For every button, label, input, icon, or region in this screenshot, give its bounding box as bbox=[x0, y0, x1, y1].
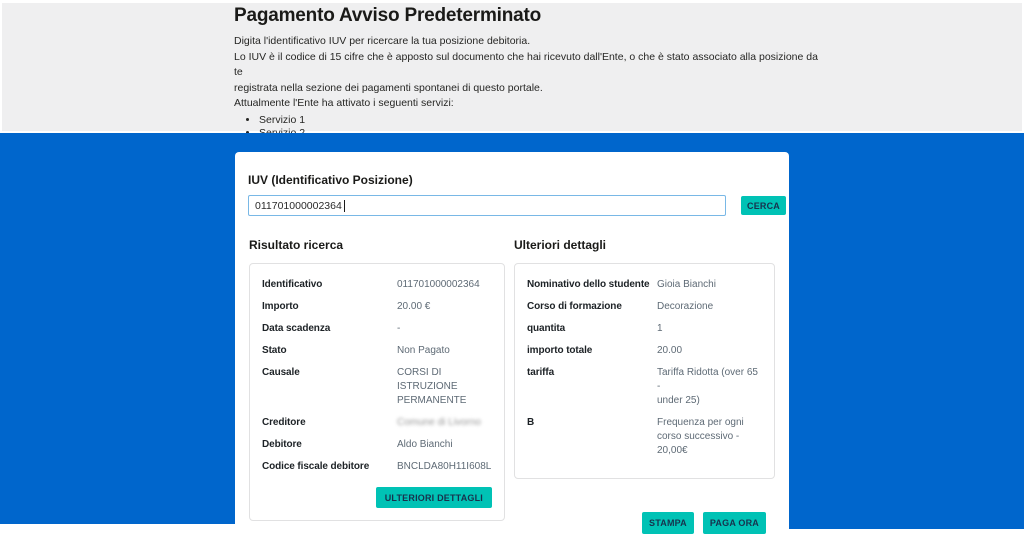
detail-label: Codice fiscale debitore bbox=[262, 460, 397, 474]
detail-value: Non Pagato bbox=[397, 344, 492, 358]
detail-row: Data scadenza- bbox=[262, 322, 492, 336]
detail-value: Aldo Bianchi bbox=[397, 438, 492, 452]
detail-label: importo totale bbox=[527, 344, 657, 358]
detail-row: Importo20.00 € bbox=[262, 300, 492, 314]
service-item: Servizio 1 bbox=[259, 114, 819, 127]
search-button[interactable]: CERCA bbox=[741, 196, 786, 215]
detail-row: CreditoreComune di Livorno bbox=[262, 416, 492, 430]
detail-value: Tariffa Ridotta (over 65 - under 25) bbox=[657, 366, 762, 408]
detail-value: Frequenza per ogni corso successivo - 20… bbox=[657, 416, 762, 458]
detail-label: Corso di formazione bbox=[527, 300, 657, 314]
detail-value: Gioia Bianchi bbox=[657, 278, 762, 292]
detail-label: quantita bbox=[527, 322, 657, 336]
page-header-band: Pagamento Avviso Predeterminato Digita l… bbox=[2, 3, 1022, 131]
detail-value: Decorazione bbox=[657, 300, 762, 314]
result-box: Identificativo011701000002364Importo20.0… bbox=[249, 263, 505, 521]
detail-row: Identificativo011701000002364 bbox=[262, 278, 492, 292]
intro-text: Digita l'identificativo IUV per ricercar… bbox=[234, 34, 819, 50]
detail-label: Data scadenza bbox=[262, 322, 397, 336]
more-details-button[interactable]: ULTERIORI DETTAGLI bbox=[376, 487, 492, 508]
description-text: Lo IUV è il codice di 15 cifre che è app… bbox=[234, 50, 819, 97]
detail-label: Nominativo dello studente bbox=[527, 278, 657, 292]
pay-now-button[interactable]: PAGA ORA bbox=[703, 512, 766, 534]
detail-value: Comune di Livorno bbox=[397, 416, 492, 430]
iuv-input[interactable] bbox=[248, 195, 726, 216]
page-title: Pagamento Avviso Predeterminato bbox=[234, 5, 819, 27]
detail-row: CausaleCORSI DI ISTRUZIONE PERMANENTE bbox=[262, 366, 492, 408]
print-button[interactable]: STAMPA bbox=[642, 512, 694, 534]
detail-value: - bbox=[397, 322, 492, 336]
detail-row: Corso di formazioneDecorazione bbox=[527, 300, 762, 314]
detail-label: Stato bbox=[262, 344, 397, 358]
detail-row: importo totale20.00 bbox=[527, 344, 762, 358]
detail-label: Causale bbox=[262, 366, 397, 408]
footer-actions: STAMPA PAGA ORA bbox=[642, 512, 766, 534]
detail-value: 1 bbox=[657, 322, 762, 336]
detail-value: CORSI DI ISTRUZIONE PERMANENTE bbox=[397, 366, 492, 408]
section-bottom-edge bbox=[0, 524, 235, 529]
result-rows: Identificativo011701000002364Importo20.0… bbox=[262, 278, 492, 474]
detail-row: DebitoreAldo Bianchi bbox=[262, 438, 492, 452]
detail-label: tariffa bbox=[527, 366, 657, 408]
further-details-column: Ulteriori dettagli Nominativo dello stud… bbox=[514, 238, 775, 479]
detail-label: Identificativo bbox=[262, 278, 397, 292]
detail-label: Creditore bbox=[262, 416, 397, 430]
details-box: Nominativo dello studenteGioia BianchiCo… bbox=[514, 263, 775, 479]
details-heading: Ulteriori dettagli bbox=[514, 238, 775, 252]
detail-label: Importo bbox=[262, 300, 397, 314]
search-result-column: Risultato ricerca Identificativo01170100… bbox=[249, 238, 505, 521]
detail-value: 011701000002364 bbox=[397, 278, 492, 292]
detail-value: 20.00 bbox=[657, 344, 762, 358]
detail-label: B bbox=[527, 416, 657, 458]
detail-row: BFrequenza per ogni corso successivo - 2… bbox=[527, 416, 762, 458]
iuv-field-label: IUV (Identificativo Posizione) bbox=[248, 173, 413, 187]
detail-row: quantita1 bbox=[527, 322, 762, 336]
detail-value: BNCLDA80H11I608L bbox=[397, 460, 492, 474]
detail-value: 20.00 € bbox=[397, 300, 492, 314]
result-heading: Risultato ricerca bbox=[249, 238, 505, 252]
payment-card: IUV (Identificativo Posizione) CERCA Ris… bbox=[235, 152, 789, 529]
details-rows: Nominativo dello studenteGioia BianchiCo… bbox=[527, 278, 762, 458]
detail-label: Debitore bbox=[262, 438, 397, 452]
services-intro-text: Attualmente l'Ente ha attivato i seguent… bbox=[234, 96, 819, 112]
detail-row: tariffaTariffa Ridotta (over 65 - under … bbox=[527, 366, 762, 408]
detail-row: StatoNon Pagato bbox=[262, 344, 492, 358]
detail-row: Nominativo dello studenteGioia Bianchi bbox=[527, 278, 762, 292]
detail-row: Codice fiscale debitoreBNCLDA80H11I608L bbox=[262, 460, 492, 474]
